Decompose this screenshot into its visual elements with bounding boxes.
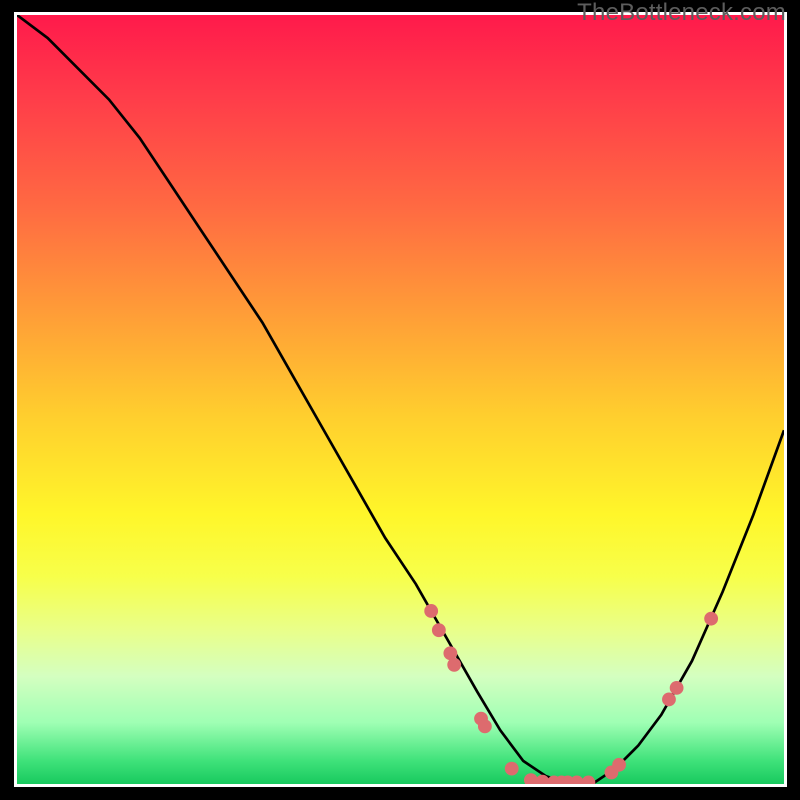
data-marker bbox=[662, 692, 676, 706]
data-marker bbox=[670, 681, 684, 695]
data-marker bbox=[612, 758, 626, 772]
marker-layer bbox=[424, 604, 718, 784]
data-marker bbox=[478, 719, 492, 733]
data-marker bbox=[582, 776, 596, 784]
data-marker bbox=[505, 762, 519, 776]
bottleneck-curve bbox=[17, 15, 784, 784]
chart-overlay bbox=[17, 15, 784, 784]
attribution-label: TheBottleneck.com bbox=[577, 0, 786, 27]
data-marker bbox=[704, 612, 718, 626]
data-marker bbox=[432, 623, 446, 637]
data-marker bbox=[424, 604, 438, 618]
data-marker bbox=[447, 658, 461, 672]
